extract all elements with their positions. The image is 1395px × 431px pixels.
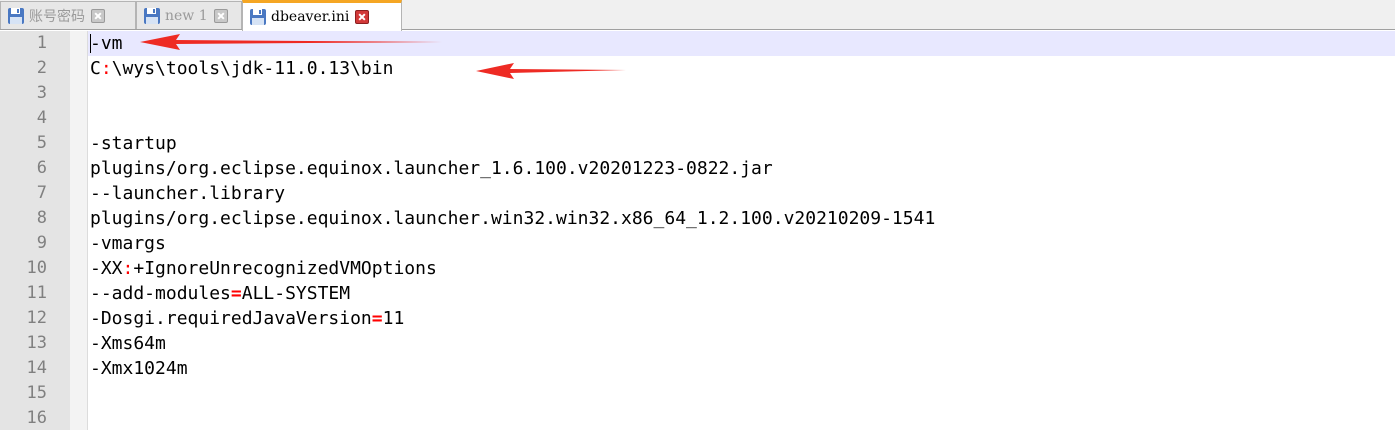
line-number: 11 [26,283,47,303]
code-line[interactable]: 3 [0,81,1395,106]
line-number: 16 [26,408,47,428]
code-token: 11 [382,308,405,329]
tab-label: 账号密码 [29,8,85,25]
operator-token: : [100,58,112,79]
tab-0[interactable]: 账号密码 [0,1,136,29]
operator-token: = [371,308,383,329]
code-token: -Dosgi.requiredJavaVersion [90,308,372,329]
line-number: 2 [36,58,47,78]
code-token: -XX [90,258,123,279]
code-text[interactable]: --add-modules=ALL-SYSTEM [90,281,350,306]
code-token: --add-modules [90,283,231,304]
code-token: plugins/org.eclipse.equinox.launcher.win… [90,208,936,229]
code-line[interactable]: 4 [0,106,1395,131]
line-number: 1 [36,33,47,53]
floppy-disk-icon [144,7,160,24]
code-line[interactable]: 16 [0,406,1395,431]
line-number: 3 [36,83,47,103]
code-line[interactable]: 7 --launcher.library [0,181,1395,206]
code-line[interactable]: 2 C:\wys\tools\jdk-11.0.13\bin [0,56,1395,81]
code-token: --launcher.library [90,183,286,204]
code-text[interactable]: plugins/org.eclipse.equinox.launcher_1.6… [90,156,773,181]
floppy-disk-icon [250,9,266,25]
code-text[interactable]: -startup [90,131,177,156]
line-number: 13 [26,333,47,353]
code-token: -vmargs [90,233,166,254]
code-line[interactable]: 1 -vm [0,31,1395,56]
tab-1[interactable]: new 1 [136,1,242,29]
tab-label: dbeaver.ini [271,9,350,25]
code-text[interactable]: -XX:+IgnoreUnrecognizedVMOptions [90,256,437,281]
code-text[interactable]: -Xms64m [90,331,166,356]
code-line[interactable]: 5 -startup [0,131,1395,156]
code-line[interactable]: 12 -Dosgi.requiredJavaVersion=11 [0,306,1395,331]
code-token: +IgnoreUnrecognizedVMOptions [133,258,437,279]
code-line[interactable]: 15 [0,381,1395,406]
line-number: 5 [36,133,47,153]
code-text[interactable]: C:\wys\tools\jdk-11.0.13\bin [90,56,393,81]
tab-bar: 账号密码 new 1 dbeaver.ini [0,0,1395,31]
code-line[interactable]: 8 plugins/org.eclipse.equinox.launcher.wi… [0,206,1395,231]
close-icon[interactable] [91,8,105,23]
code-token: plugins/org.eclipse.equinox.launcher_1.6… [90,158,773,179]
code-token: -Xms64m [90,333,166,354]
line-number: 10 [26,258,47,278]
text-editor[interactable]: 1 -vm 2 C:\wys\tools\jdk-11.0.13\bin 3 4 5 -sta… [0,31,1395,430]
floppy-disk-icon [8,7,24,24]
line-number: 9 [36,233,47,253]
tab-2[interactable]: dbeaver.ini [242,0,402,31]
line-number: 4 [36,108,47,128]
operator-token: : [122,258,134,279]
line-number: 7 [36,183,47,203]
code-line[interactable]: 14 -Xmx1024m [0,356,1395,381]
code-text[interactable]: -vmargs [90,231,166,256]
close-icon[interactable] [213,8,228,23]
code-line[interactable]: 11 --add-modules=ALL-SYSTEM [0,281,1395,306]
code-token: ALL-SYSTEM [241,283,351,304]
code-line[interactable]: 6 plugins/org.eclipse.equinox.launcher_1.… [0,156,1395,181]
code-text[interactable]: -Xmx1024m [90,356,188,381]
line-number: 8 [36,208,47,228]
code-text[interactable]: --launcher.library [90,181,285,206]
code-line[interactable]: 10 -XX:+IgnoreUnrecognizedVMOptions [0,256,1395,281]
code-text[interactable]: -vm [90,31,123,56]
tab-label: new 1 [165,7,208,24]
code-text[interactable]: plugins/org.eclipse.equinox.launcher.win… [90,206,935,231]
line-number: 12 [26,308,47,328]
code-token: -Xmx1024m [90,358,188,379]
text-caret [90,34,91,53]
code-token: C [90,58,101,79]
operator-token: = [230,283,242,304]
line-number: 15 [26,383,47,403]
current-line-highlight [88,31,1395,56]
code-line[interactable]: 9 -vmargs [0,231,1395,256]
line-number: 14 [26,358,47,378]
code-token: \wys\tools\jdk-11.0.13\bin [111,58,394,79]
code-text[interactable]: -Dosgi.requiredJavaVersion=11 [90,306,404,331]
close-icon[interactable] [355,10,370,24]
code-token: -startup [90,133,177,154]
line-number: 6 [36,158,47,178]
code-token: -vm [90,33,123,54]
code-line[interactable]: 13 -Xms64m [0,331,1395,356]
